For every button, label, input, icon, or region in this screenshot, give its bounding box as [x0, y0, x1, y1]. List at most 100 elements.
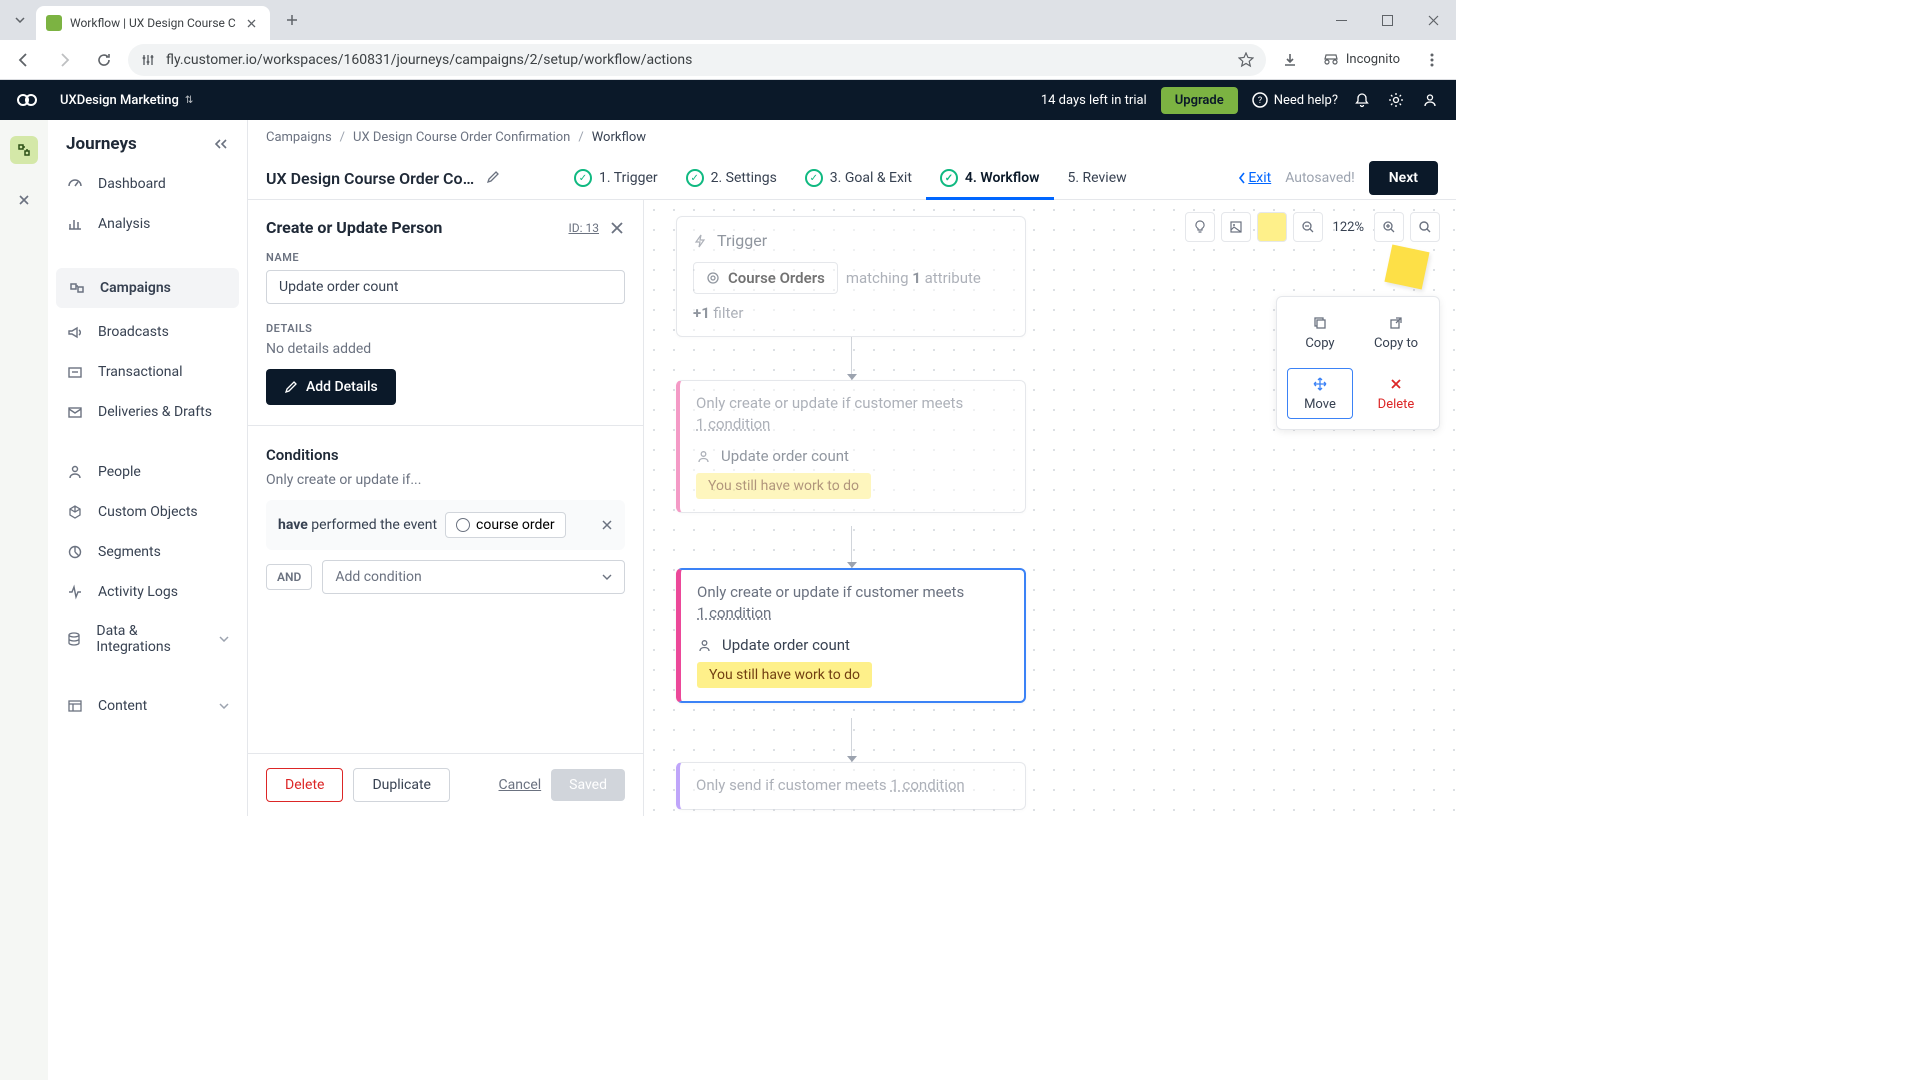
svg-text:?: ?: [1258, 96, 1262, 106]
nav-broadcasts[interactable]: Broadcasts: [48, 312, 247, 352]
tab-search-dropdown[interactable]: [8, 8, 32, 32]
lightbulb-icon[interactable]: [1185, 212, 1215, 242]
nav-dashboard[interactable]: Dashboard: [48, 164, 247, 204]
detail-panel: Create or Update Person ID: 13 NAME DETA…: [248, 200, 644, 816]
forward-button[interactable]: [48, 44, 80, 76]
panel-delete-button[interactable]: Delete: [266, 768, 343, 802]
collapse-sidebar-icon[interactable]: [213, 137, 229, 151]
nav-transactional[interactable]: Transactional: [48, 352, 247, 392]
step-workflow[interactable]: ✓4. Workflow: [926, 157, 1054, 199]
app-header: UXDesign Marketing ⇅ 14 days left in tri…: [0, 80, 1456, 120]
window-close-button[interactable]: [1410, 0, 1456, 40]
event-chip[interactable]: course order: [445, 512, 566, 538]
trigger-node[interactable]: Trigger Course Orders matching 1 attribu…: [676, 216, 1026, 337]
notifications-icon[interactable]: [1352, 90, 1372, 110]
cancel-link[interactable]: Cancel: [499, 777, 542, 793]
minimize-button[interactable]: [1318, 0, 1364, 40]
step-settings[interactable]: ✓2. Settings: [672, 157, 791, 199]
person-icon: [696, 449, 711, 464]
move-icon: [1311, 375, 1329, 393]
rail-journeys-icon[interactable]: [10, 136, 38, 164]
nav-data-integrations[interactable]: Data & Integrations: [48, 612, 247, 666]
site-settings-icon[interactable]: [140, 52, 156, 68]
move-action[interactable]: Move: [1287, 368, 1353, 419]
next-button[interactable]: Next: [1369, 161, 1438, 195]
workspace-selector[interactable]: UXDesign Marketing ⇅: [60, 93, 193, 108]
nav-content[interactable]: Content: [48, 686, 247, 726]
nav-segments[interactable]: Segments: [48, 532, 247, 572]
add-details-button[interactable]: Add Details: [266, 369, 396, 405]
condition-count-link[interactable]: 1 condition: [696, 415, 770, 433]
condition-count-link[interactable]: 1 condition: [697, 604, 771, 622]
rail-other-icon[interactable]: [10, 186, 38, 214]
action-node[interactable]: Only send if customer meets 1 condition: [676, 762, 1026, 810]
add-condition-select[interactable]: Add condition: [322, 560, 625, 594]
crumb-campaigns[interactable]: Campaigns: [266, 130, 332, 145]
step-review[interactable]: 5. Review: [1054, 157, 1141, 199]
nav-deliveries[interactable]: Deliveries & Drafts: [48, 392, 247, 432]
search-icon[interactable]: [1410, 212, 1440, 242]
copy-action[interactable]: Copy: [1287, 307, 1353, 358]
segment-chip[interactable]: Course Orders: [693, 262, 838, 294]
incognito-badge[interactable]: Incognito: [1314, 52, 1408, 67]
zoom-out-icon[interactable]: [1293, 212, 1323, 242]
nav-activity-logs[interactable]: Activity Logs: [48, 572, 247, 612]
browser-menu-icon[interactable]: [1416, 44, 1448, 76]
bolt-icon: [693, 234, 707, 248]
nav-analysis[interactable]: Analysis: [48, 204, 247, 244]
reload-button[interactable]: [88, 44, 120, 76]
profile-icon[interactable]: [1420, 90, 1440, 110]
new-tab-button[interactable]: [278, 6, 306, 34]
crumb-campaign-name[interactable]: UX Design Course Order Confirmation: [353, 130, 570, 145]
panel-id[interactable]: ID: 13: [568, 221, 599, 235]
remove-condition-icon[interactable]: [601, 519, 613, 531]
details-empty-text: No details added: [266, 341, 625, 357]
address-bar[interactable]: fly.customer.io/workspaces/160831/journe…: [128, 44, 1266, 76]
external-icon: [1387, 314, 1405, 332]
action-node-selected[interactable]: Only create or update if customer meets …: [676, 568, 1026, 703]
maximize-button[interactable]: [1364, 0, 1410, 40]
upgrade-button[interactable]: Upgrade: [1161, 87, 1238, 114]
back-button[interactable]: [8, 44, 40, 76]
edit-title-icon[interactable]: [486, 170, 502, 186]
and-operator-badge[interactable]: AND: [266, 564, 312, 590]
nav-custom-objects[interactable]: Custom Objects: [48, 492, 247, 532]
workflow-canvas[interactable]: 122% Copy Copy to Move Delete: [644, 200, 1456, 816]
panel-close-icon[interactable]: [609, 220, 625, 236]
sidebar-title: Journeys: [66, 134, 137, 154]
help-button[interactable]: ? Need help?: [1252, 90, 1338, 110]
app-logo-icon[interactable]: [16, 88, 40, 112]
gauge-icon: [66, 175, 84, 193]
chevron-down-icon: [219, 636, 229, 642]
zoom-in-icon[interactable]: [1374, 212, 1404, 242]
downloads-icon[interactable]: [1274, 44, 1306, 76]
check-icon: ✓: [805, 169, 823, 187]
transactional-icon: [66, 363, 84, 381]
megaphone-icon: [66, 323, 84, 341]
exit-link[interactable]: Exit: [1238, 170, 1271, 186]
step-trigger[interactable]: ✓1. Trigger: [560, 157, 672, 199]
settings-icon[interactable]: [1386, 90, 1406, 110]
image-icon[interactable]: [1221, 212, 1251, 242]
target-icon: [706, 271, 720, 285]
step-goal-exit[interactable]: ✓3. Goal & Exit: [791, 157, 926, 199]
content-area: Campaigns / UX Design Course Order Confi…: [248, 120, 1456, 816]
autosaved-status: Autosaved!: [1285, 170, 1355, 186]
delete-action[interactable]: Delete: [1363, 368, 1429, 419]
conditions-subtitle: Only create or update if...: [266, 472, 625, 488]
action-node[interactable]: Only create or update if customer meets …: [676, 380, 1026, 513]
bookmark-icon[interactable]: [1238, 52, 1254, 68]
copy-to-action[interactable]: Copy to: [1363, 307, 1429, 358]
sticky-note[interactable]: [1384, 244, 1429, 289]
workflow-title: UX Design Course Order Confir…: [266, 169, 476, 188]
nav-people[interactable]: People: [48, 452, 247, 492]
tab-close-icon[interactable]: [244, 15, 260, 31]
condition-row[interactable]: have performed the event course order: [266, 500, 625, 550]
duplicate-button[interactable]: Duplicate: [353, 768, 450, 802]
name-input[interactable]: [266, 270, 625, 304]
nav-campaigns[interactable]: Campaigns: [56, 268, 239, 308]
workflow-header: UX Design Course Order Confir… ✓1. Trigg…: [248, 149, 1456, 200]
browser-tab[interactable]: Workflow | UX Design Course C: [36, 6, 270, 40]
crumb-workflow: Workflow: [592, 130, 646, 145]
note-icon[interactable]: [1257, 212, 1287, 242]
